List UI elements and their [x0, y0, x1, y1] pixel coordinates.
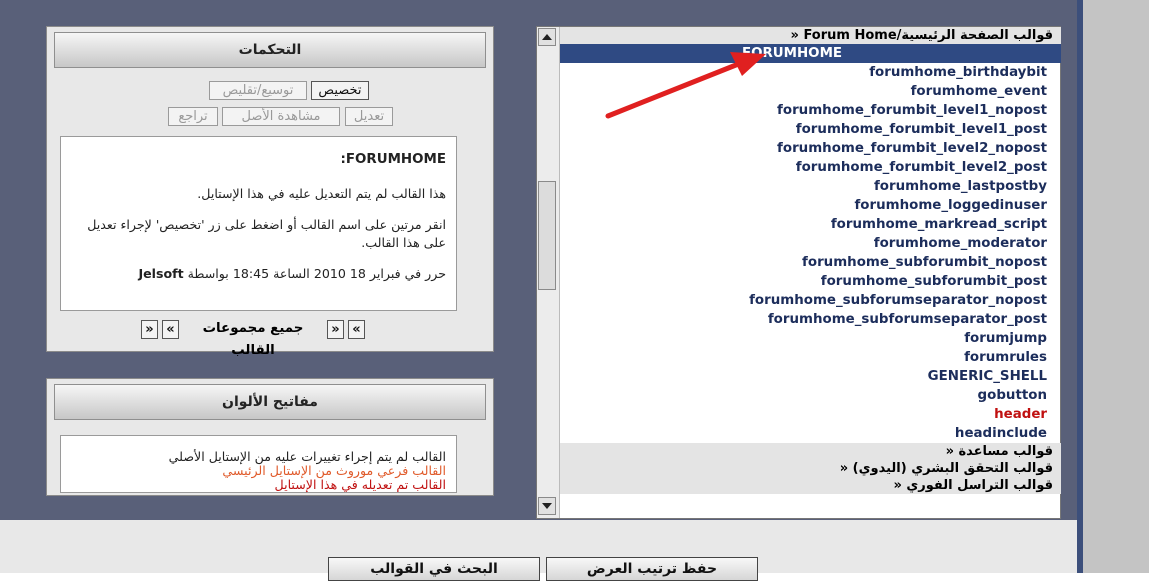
template-item[interactable]: forumhome_loggedinuser: [537, 196, 1061, 215]
annotation-arrow-icon: [605, 52, 766, 119]
save-order-button[interactable]: حفظ ترتيب العرض: [546, 557, 758, 581]
template-item[interactable]: forumrules: [537, 348, 1061, 367]
info-edited-by: Jelsoft: [138, 266, 184, 281]
side-panel: [1083, 0, 1149, 573]
template-item[interactable]: header: [537, 405, 1061, 424]
template-item[interactable]: forumjump: [537, 329, 1061, 348]
info-edited: حرر في فبراير 18 2010 الساعة 18:45 بواسط…: [71, 266, 446, 281]
template-group[interactable]: قوالب مساعدة «: [537, 443, 1061, 460]
info-instructions: انقر مرتين على اسم القالب أو اضغط على زر…: [87, 217, 446, 250]
info-edited-prefix: حرر في فبراير 18 2010 الساعة 18:45 بواسط…: [187, 266, 446, 281]
expand-collapse-button[interactable]: توسيع/تقليص: [209, 81, 307, 100]
scroll-up-button[interactable]: [538, 28, 556, 46]
template-item[interactable]: forumhome_subforumbit_nopost: [537, 253, 1061, 272]
template-item[interactable]: forumhome_forumbit_level2_nopost: [537, 139, 1061, 158]
all-groups-nav: » « جميع مجموعات القالب » «: [141, 318, 381, 358]
controls-title: التحكمات: [54, 32, 486, 68]
scroll-thumb[interactable]: [538, 181, 556, 290]
template-item[interactable]: forumhome_forumbit_level2_post: [537, 158, 1061, 177]
prev-group-button-2[interactable]: «: [162, 320, 179, 339]
template-item[interactable]: forumhome_subforumseparator_nopost: [537, 291, 1061, 310]
arrow-up-icon: [542, 34, 552, 40]
color-keys-panel: مفاتيح الألوان القالب لم يتم إجراء تغيير…: [46, 378, 494, 496]
customize-button[interactable]: تخصيص: [311, 81, 369, 100]
legend-unchanged: القالب لم يتم إجراء تغييرات عليه من الإس…: [168, 449, 446, 464]
left-bar: [0, 0, 30, 520]
group-forumhome[interactable]: قوالب الصفحة الرئيسية/Forum Home «: [537, 27, 1061, 44]
scroll-down-button[interactable]: [538, 497, 556, 515]
template-group[interactable]: قوالب التراسل الفوري «: [537, 477, 1061, 494]
template-item[interactable]: forumhome_lastpostby: [537, 177, 1061, 196]
info-status-text: هذا القالب لم يتم التعديل عليه في هذا ال…: [197, 186, 446, 201]
template-item[interactable]: forumhome_subforumseparator_post: [537, 310, 1061, 329]
arrow-down-icon: [542, 503, 552, 509]
template-item[interactable]: forumhome_moderator: [537, 234, 1061, 253]
template-item[interactable]: forumhome_subforumbit_post: [537, 272, 1061, 291]
template-item[interactable]: headinclude: [537, 424, 1061, 443]
revert-button[interactable]: تراجع: [168, 107, 218, 126]
all-groups-label[interactable]: جميع مجموعات القالب: [183, 318, 323, 362]
legend-customized: القالب تم تعديله في هذا الإستايل: [274, 477, 446, 492]
template-info-box: :FORUMHOME هذا القالب لم يتم التعديل علي…: [60, 136, 457, 311]
template-item[interactable]: gobutton: [537, 386, 1061, 405]
template-item[interactable]: GENERIC_SHELL: [537, 367, 1061, 386]
template-group[interactable]: قوالب التحقق البشري (اليدوي) «: [537, 460, 1061, 477]
color-keys-title: مفاتيح الألوان: [54, 384, 486, 420]
controls-panel: التحكمات تخصيص توسيع/تقليص تعديل مشاهدة …: [46, 26, 494, 358]
template-item[interactable]: forumhome_markread_script: [537, 215, 1061, 234]
info-template-name: :FORUMHOME: [340, 152, 446, 167]
prev-group-button[interactable]: »: [141, 320, 158, 339]
list-scrollbar[interactable]: [537, 27, 560, 518]
next-group-button[interactable]: »: [327, 320, 344, 339]
next-group-button-2[interactable]: «: [348, 320, 365, 339]
color-keys-box: القالب لم يتم إجراء تغييرات عليه من الإس…: [60, 435, 457, 493]
search-templates-button[interactable]: البحث في القوالب: [328, 557, 540, 581]
view-original-button[interactable]: مشاهدة الأصل: [222, 107, 340, 126]
edit-button[interactable]: تعديل: [345, 107, 393, 126]
legend-inherited: القالب فرعي موروث من الإستايل الرئيسي: [222, 463, 446, 478]
